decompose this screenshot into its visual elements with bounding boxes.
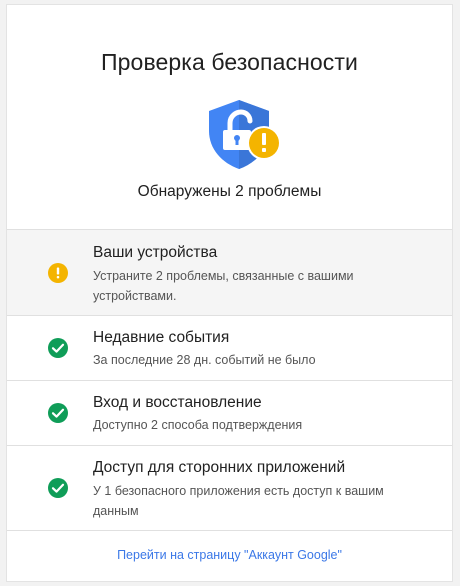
list-item-description: У 1 безопасного приложения есть доступ к… xyxy=(93,484,384,518)
list-item-description: Доступно 2 способа подтверждения xyxy=(93,418,303,432)
list-item-description: За последние 28 дн. событий не было xyxy=(93,353,316,367)
check-circle-icon xyxy=(48,478,68,498)
list-item-description: Устраните 2 проблемы, связанные с вашими… xyxy=(93,269,354,303)
list-item-third-party-access[interactable]: Доступ для сторонних приложений У 1 безо… xyxy=(7,446,452,531)
check-circle-icon xyxy=(48,338,68,358)
warning-icon xyxy=(48,263,68,283)
google-account-link[interactable]: Перейти на страницу "Аккаунт Google" xyxy=(7,548,452,562)
list-item-title: Ваши устройства xyxy=(93,244,218,261)
list-item-title: Доступ для сторонних приложений xyxy=(93,459,346,476)
shield-unlocked-warning-icon xyxy=(205,97,285,173)
list-item-title: Вход и восстановление xyxy=(93,394,262,411)
issues-summary: Обнаружены 2 проблемы xyxy=(137,183,322,200)
checkup-list: Ваши устройства Устраните 2 проблемы, св… xyxy=(7,229,452,531)
check-circle-icon xyxy=(48,403,68,423)
list-item-recent-events[interactable]: Недавние события За последние 28 дн. соб… xyxy=(7,316,452,381)
security-checkup-card: Проверка безопасности Обнаружены 2 пробл… xyxy=(6,4,453,582)
page-background: Проверка безопасности Обнаружены 2 пробл… xyxy=(0,0,460,586)
page-title: Проверка безопасности xyxy=(101,49,358,75)
list-item-title: Недавние события xyxy=(93,329,230,346)
list-item-your-devices[interactable]: Ваши устройства Устраните 2 проблемы, св… xyxy=(7,230,452,316)
list-item-sign-in-recovery[interactable]: Вход и восстановление Доступно 2 способа… xyxy=(7,381,452,446)
